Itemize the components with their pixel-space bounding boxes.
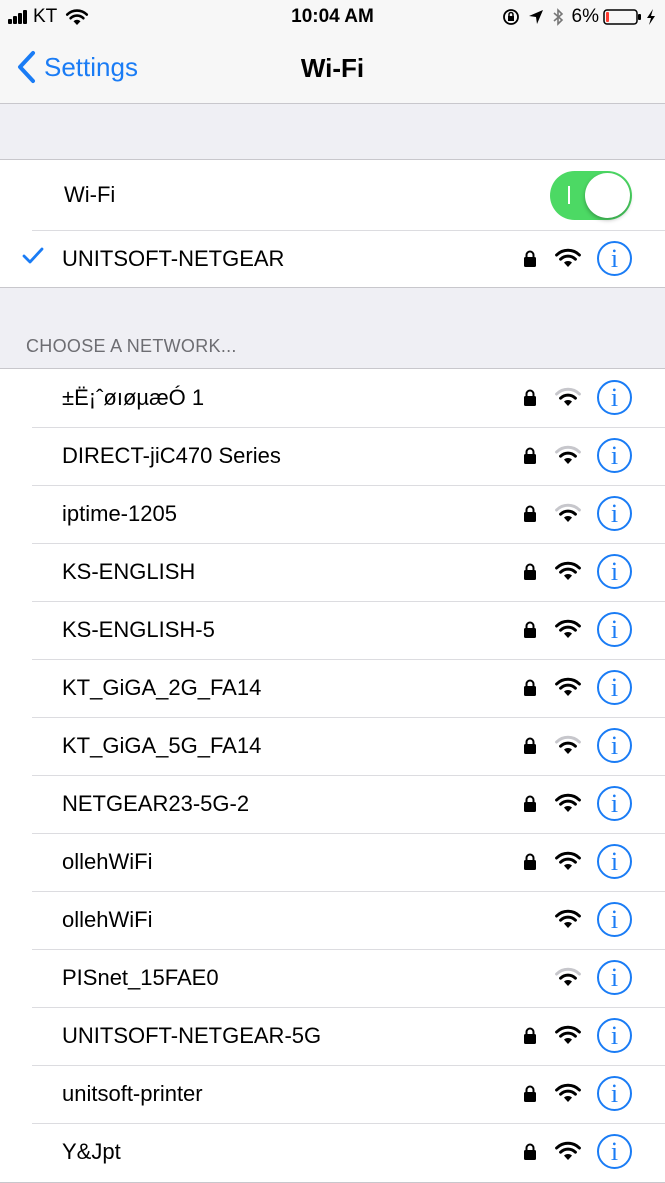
- connected-network-name: UNITSOFT-NETGEAR: [62, 246, 285, 271]
- network-name: Y&Jpt: [62, 1139, 121, 1164]
- wifi-strength-icon: [555, 793, 581, 812]
- page-title: Wi-Fi: [300, 53, 365, 83]
- lock-icon: [524, 447, 536, 464]
- lock-icon: [524, 505, 536, 522]
- lock-icon: [524, 1027, 536, 1044]
- network-row[interactable]: KT_GiGA_2G_FA14 i: [0, 659, 665, 717]
- network-row[interactable]: KT_GiGA_5G_FA14 i: [0, 717, 665, 775]
- connected-network-row[interactable]: UNITSOFT-NETGEAR i: [0, 230, 665, 287]
- info-button[interactable]: i: [597, 438, 632, 473]
- status-bar: KT 10:04 AM 6%: [0, 0, 665, 36]
- wifi-group: Wi-Fi UNITSOFT-NETGEAR i: [0, 159, 665, 288]
- wifi-strength-icon: [555, 677, 581, 696]
- wifi-toggle-row: Wi-Fi: [0, 160, 665, 230]
- lock-icon: [524, 1143, 536, 1160]
- network-row[interactable]: KS-ENGLISH i: [0, 543, 665, 601]
- lock-icon: [524, 795, 536, 812]
- lock-icon: [524, 1085, 536, 1102]
- network-row[interactable]: ollehWiFi i: [0, 833, 665, 891]
- network-name: UNITSOFT-NETGEAR-5G: [62, 1023, 322, 1048]
- info-button[interactable]: i: [597, 612, 632, 647]
- wifi-strength-icon: [555, 967, 581, 986]
- checkmark-icon: [22, 247, 44, 264]
- network-row[interactable]: ollehWiFi i: [0, 891, 665, 949]
- network-row[interactable]: iptime-1205 i: [0, 485, 665, 543]
- wifi-strength-icon: [555, 248, 581, 267]
- wifi-strength-icon: [555, 619, 581, 638]
- info-button[interactable]: i: [597, 1076, 632, 1111]
- wifi-strength-icon: [555, 909, 581, 928]
- network-name: KS-ENGLISH: [62, 559, 196, 584]
- lock-icon: [524, 679, 536, 696]
- network-name: ollehWiFi: [62, 849, 153, 874]
- network-row[interactable]: NETGEAR23-5G-2 i: [0, 775, 665, 833]
- charging-bolt-icon: [647, 9, 655, 25]
- info-button[interactable]: i: [597, 1134, 632, 1169]
- toggle-on-mark: [568, 186, 570, 204]
- lock-icon: [524, 389, 536, 406]
- info-button[interactable]: i: [597, 670, 632, 705]
- wifi-strength-icon: [555, 445, 581, 464]
- lock-icon: [524, 853, 536, 870]
- info-button[interactable]: i: [597, 902, 632, 937]
- lock-icon: [524, 621, 536, 638]
- info-button[interactable]: i: [597, 1018, 632, 1053]
- info-button[interactable]: i: [597, 960, 632, 995]
- lock-icon: [524, 250, 536, 267]
- wifi-strength-icon: [555, 1025, 581, 1044]
- info-button[interactable]: i: [597, 496, 632, 531]
- network-row[interactable]: KS-ENGLISH-5 i: [0, 601, 665, 659]
- lock-icon: [524, 563, 536, 580]
- network-row[interactable]: DIRECT-jiC470 Series i: [0, 427, 665, 485]
- network-name: ±Ë¡ˆøıøµæÓ 1: [62, 385, 205, 410]
- section-header: CHOOSE A NETWORK...: [26, 336, 237, 356]
- network-row[interactable]: ±Ë¡ˆøıøµæÓ 1 i: [0, 369, 665, 427]
- info-button[interactable]: i: [597, 554, 632, 589]
- network-list: ±Ë¡ˆøıøµæÓ 1 i DIRECT-jiC470 Series i iptime…: [0, 368, 665, 1183]
- info-button[interactable]: i: [597, 728, 632, 763]
- network-name: iptime-1205: [62, 501, 177, 526]
- network-row[interactable]: UNITSOFT-NETGEAR-5G i: [0, 1007, 665, 1065]
- wifi-toggle[interactable]: [550, 171, 632, 220]
- wifi-toggle-label: Wi-Fi: [64, 182, 116, 207]
- wifi-strength-icon: [555, 503, 581, 522]
- network-row[interactable]: unitsoft-printer i: [0, 1065, 665, 1123]
- battery-icon: [603, 9, 641, 25]
- bluetooth-icon: [553, 8, 563, 26]
- status-right: 6%: [502, 6, 657, 28]
- network-name: NETGEAR23-5G-2: [62, 791, 250, 816]
- info-button[interactable]: i: [597, 241, 632, 276]
- info-button[interactable]: i: [597, 844, 632, 879]
- network-row[interactable]: Y&Jpt i: [0, 1123, 665, 1181]
- wifi-strength-icon: [555, 387, 581, 406]
- network-name: DIRECT-jiC470 Series: [62, 443, 281, 468]
- network-row[interactable]: PISnet_15FAE0 i: [0, 949, 665, 1007]
- network-name: KT_GiGA_2G_FA14: [62, 675, 262, 700]
- toggle-knob: [585, 173, 630, 218]
- lock-icon: [524, 737, 536, 754]
- location-arrow-icon: [528, 10, 543, 24]
- wifi-strength-icon: [555, 735, 581, 754]
- wifi-strength-icon: [555, 1141, 581, 1160]
- orientation-lock-icon: [502, 9, 519, 25]
- wifi-strength-icon: [555, 1083, 581, 1102]
- info-button[interactable]: i: [597, 786, 632, 821]
- battery-percent: 6%: [571, 6, 599, 27]
- navigation-bar: Settings Wi-Fi: [0, 36, 665, 104]
- wifi-strength-icon: [555, 561, 581, 580]
- network-name: KS-ENGLISH-5: [62, 617, 215, 642]
- wifi-strength-icon: [555, 851, 581, 870]
- network-name: ollehWiFi: [62, 907, 153, 932]
- network-name: PISnet_15FAE0: [62, 965, 219, 990]
- network-name: KT_GiGA_5G_FA14: [62, 733, 262, 758]
- info-button[interactable]: i: [597, 380, 632, 415]
- network-name: unitsoft-printer: [62, 1081, 203, 1106]
